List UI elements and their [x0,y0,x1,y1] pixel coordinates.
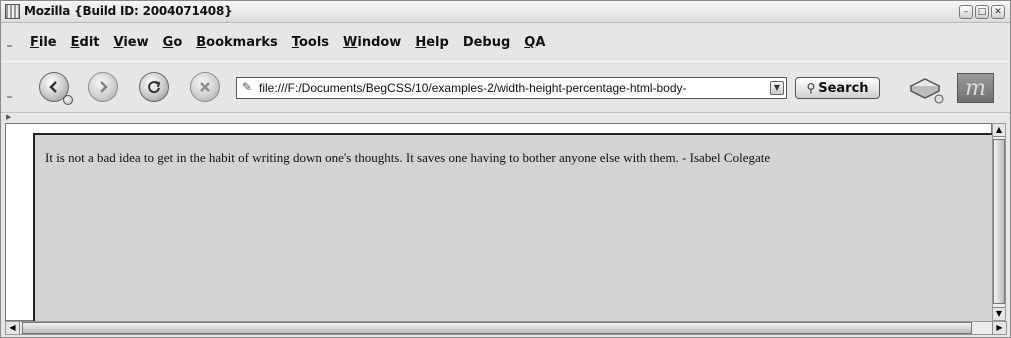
window-title: Mozilla {Build ID: 2004071408} [24,4,233,18]
content-area: It is not a bad idea to get in the habit… [5,123,993,321]
page-proxy-icon[interactable]: ✎ [242,80,252,94]
url-bar[interactable]: ✎ file:///F:/Documents/BegCSS/10/example… [236,77,787,99]
scroll-right-icon[interactable]: ▶ [992,322,1006,334]
menu-item-view[interactable]: View [114,35,149,50]
menubar-grip-icon[interactable] [7,45,12,47]
expand-toolbar-icon[interactable]: ▶ [6,113,11,121]
print-button[interactable] [905,74,945,104]
menu-item-bookmarks[interactable]: Bookmarks [196,35,278,50]
browser-window: Mozilla {Build ID: 2004071408} – □ ✕ Fil… [0,0,1011,338]
close-button[interactable]: ✕ [991,5,1005,19]
toolbar-grip-icon[interactable] [7,96,12,98]
stop-button[interactable] [190,72,220,102]
navigation-toolbar: ✎ file:///F:/Documents/BegCSS/10/example… [1,61,1010,111]
url-input[interactable]: file:///F:/Documents/BegCSS/10/examples-… [259,81,764,95]
back-history-dropdown[interactable] [63,95,73,105]
menu: File Edit View Go Bookmarks Tools Window Help De… [30,35,545,50]
vertical-scroll-thumb[interactable] [993,139,1005,304]
stop-icon [200,82,210,92]
vertical-scrollbar[interactable]: ▲ ▼ [992,123,1006,321]
throbber-letter: m [965,75,986,101]
scroll-down-icon[interactable]: ▼ [993,307,1005,320]
print-icon [909,78,944,104]
quote-text: It is not a bad idea to get in the habit… [45,150,771,165]
menu-item-debug[interactable]: Debug [463,35,510,50]
back-icon [49,81,57,93]
search-button[interactable]: ⚲ Search [795,77,880,99]
menu-item-qa[interactable]: QA [524,35,545,50]
menu-item-go[interactable]: Go [163,35,183,50]
horizontal-scrollbar[interactable]: ◀ ▶ [5,321,1007,335]
reload-icon [148,81,161,94]
forward-button[interactable] [88,72,118,102]
personal-toolbar: ▶ [1,112,1010,121]
menu-item-window[interactable]: Window [343,35,401,50]
search-icon: ⚲ [806,81,816,95]
app-icon [5,4,20,19]
scroll-up-icon[interactable]: ▲ [993,124,1005,137]
title-bar[interactable]: Mozilla {Build ID: 2004071408} – □ ✕ [1,1,1010,23]
forward-icon [100,81,108,93]
scroll-left-icon[interactable]: ◀ [6,322,20,334]
search-label: Search [818,80,869,96]
horizontal-scroll-thumb[interactable] [22,322,972,334]
mozilla-throbber-icon[interactable]: m [957,73,994,103]
menu-item-tools[interactable]: Tools [292,35,329,50]
menu-item-edit[interactable]: Edit [71,35,100,50]
minimize-button[interactable]: – [959,5,973,19]
url-history-dropdown-icon[interactable]: ▼ [770,81,784,95]
reload-button[interactable] [139,72,169,102]
menu-item-help[interactable]: Help [415,35,448,50]
maximize-button[interactable]: □ [975,5,989,19]
page-body: It is not a bad idea to get in the habit… [33,133,993,321]
menu-item-file[interactable]: File [30,35,57,50]
menu-bar: File Edit View Go Bookmarks Tools Window Help De… [1,35,1010,59]
